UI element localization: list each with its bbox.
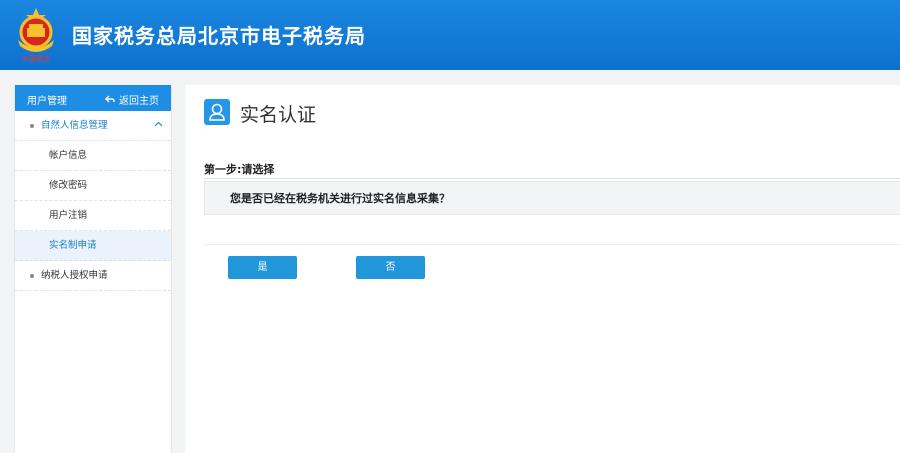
- no-button[interactable]: 否: [356, 256, 425, 279]
- return-home-link[interactable]: 返回主页: [105, 92, 159, 107]
- sidebar-item-account-info[interactable]: 帐户信息: [15, 141, 171, 171]
- user-icon: [204, 99, 230, 125]
- return-arrow-icon: [105, 95, 115, 103]
- sidebar-item-label: 修改密码: [49, 180, 88, 191]
- page-title: 实名认证: [240, 104, 317, 126]
- sidebar-item-label: 用户注销: [49, 210, 88, 221]
- step-label: 第一步:请选择: [204, 163, 275, 176]
- bullet-icon: [30, 274, 34, 278]
- sidebar-item-label: 纳税人授权申请: [41, 270, 108, 281]
- yes-button[interactable]: 是: [228, 256, 297, 279]
- sidebar-header: 用户管理 返回主页: [15, 85, 171, 111]
- section-divider: [204, 244, 900, 245]
- sidebar-item-person-info[interactable]: 自然人信息管理: [15, 111, 171, 141]
- tax-emblem-icon: 中国税务: [12, 6, 60, 64]
- logo-text: 中国税务: [22, 54, 50, 63]
- sidebar-item-label: 自然人信息管理: [41, 120, 108, 131]
- return-home-label: 返回主页: [119, 96, 159, 107]
- chevron-up-icon: [154, 121, 163, 127]
- sidebar-header-title: 用户管理: [27, 96, 67, 107]
- question-box: 您是否已经在税务机关进行过实名信息采集？: [204, 181, 900, 215]
- step-divider: [204, 178, 900, 179]
- site-title: 国家税务总局北京市电子税务局: [72, 24, 366, 48]
- sidebar-item-real-name-apply[interactable]: 实名制申请: [15, 231, 171, 261]
- main-content: 实名认证 第一步:请选择 您是否已经在税务机关进行过实名信息采集？ 是 否: [185, 85, 900, 453]
- bullet-icon: [30, 124, 34, 128]
- sidebar: 用户管理 返回主页 自然人信息管理 帐户信息 修改密码 用户注销 实名制申请 纳…: [14, 85, 172, 453]
- question-text: 您是否已经在税务机关进行过实名信息采集？: [230, 192, 450, 205]
- sidebar-item-change-password[interactable]: 修改密码: [15, 171, 171, 201]
- site-header: 中国税务 国家税务总局北京市电子税务局: [0, 0, 900, 70]
- sidebar-item-taxpayer-authorization[interactable]: 纳税人授权申请: [15, 261, 171, 291]
- sidebar-item-label: 实名制申请: [49, 240, 97, 251]
- sidebar-item-label: 帐户信息: [49, 150, 88, 161]
- sidebar-item-deregister[interactable]: 用户注销: [15, 201, 171, 231]
